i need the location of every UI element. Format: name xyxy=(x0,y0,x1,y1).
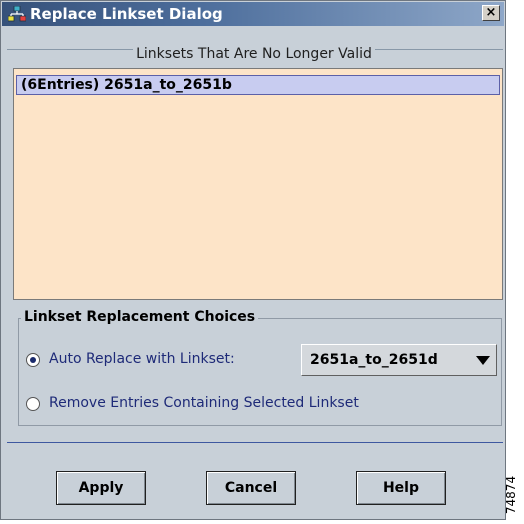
button-divider xyxy=(7,442,503,443)
help-button[interactable]: Help xyxy=(356,471,446,505)
linkset-select-value: 2651a_to_2651d xyxy=(310,352,438,368)
invalid-linksets-heading: Linksets That Are No Longer Valid xyxy=(1,46,507,62)
dialog-title: Replace Linkset Dialog xyxy=(30,5,223,23)
network-tree-icon xyxy=(8,6,26,22)
auto-replace-label[interactable]: Auto Replace with Linkset: xyxy=(49,351,235,367)
triangle-down-icon[interactable] xyxy=(476,356,490,365)
apply-button[interactable]: Apply xyxy=(56,471,146,505)
cancel-button[interactable]: Cancel xyxy=(206,471,296,505)
linkset-select[interactable]: 2651a_to_2651d xyxy=(301,344,497,376)
close-button[interactable]: × xyxy=(482,5,500,21)
figure-tag: 74874 xyxy=(506,475,519,515)
close-icon: × xyxy=(485,5,497,20)
title-bar[interactable]: Replace Linkset Dialog × xyxy=(2,2,504,26)
list-item[interactable]: (6Entries) 2651a_to_2651b xyxy=(16,75,500,95)
auto-replace-radio[interactable] xyxy=(26,353,40,367)
remove-entries-radio[interactable] xyxy=(26,397,40,411)
replacement-choices-heading: Linkset Replacement Choices xyxy=(21,309,259,325)
remove-entries-label[interactable]: Remove Entries Containing Selected Links… xyxy=(49,395,359,411)
invalid-linksets-list[interactable]: (6Entries) 2651a_to_2651b xyxy=(13,68,503,300)
replace-linkset-dialog: Replace Linkset Dialog × Linksets That A… xyxy=(0,0,506,520)
